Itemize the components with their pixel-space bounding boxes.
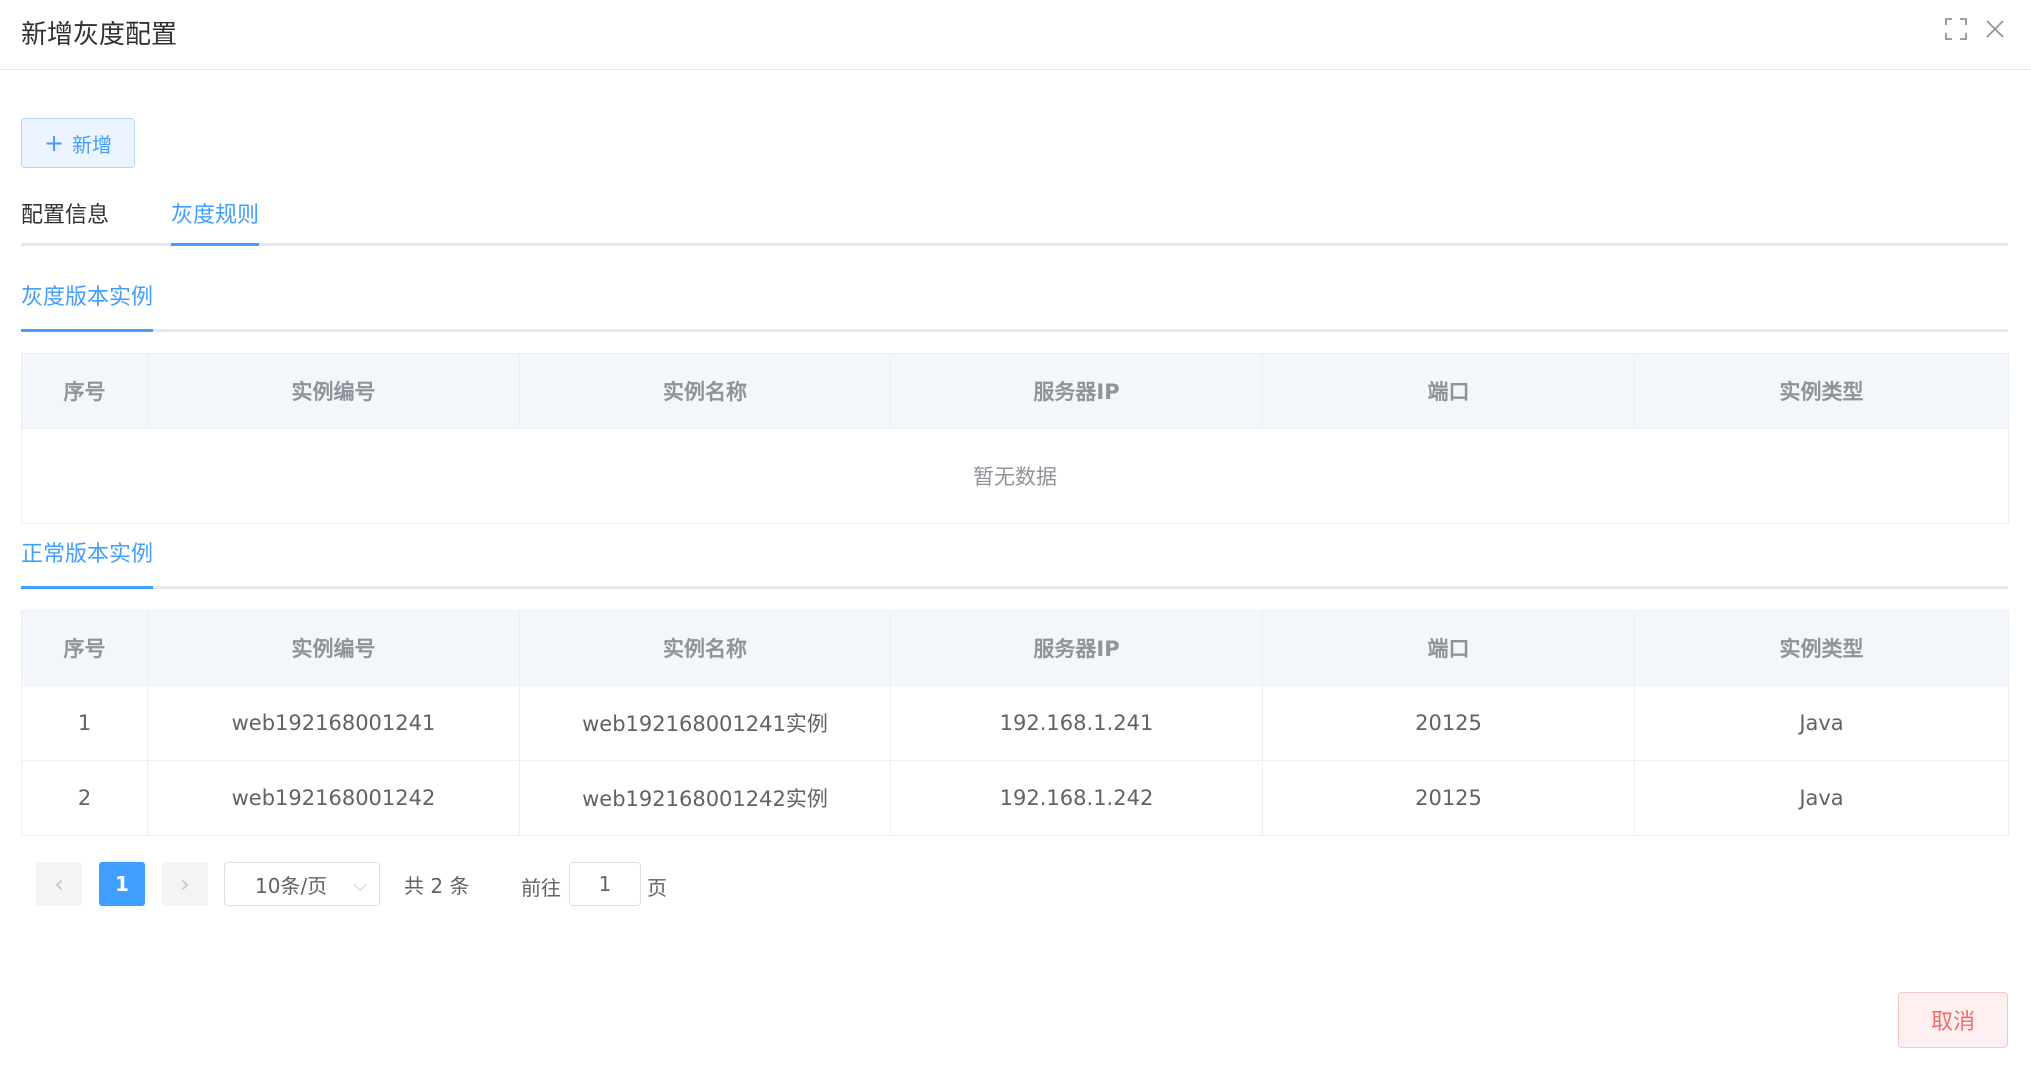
cell-instance-type: Java: [1634, 760, 2009, 836]
page-number-button[interactable]: 1: [99, 862, 145, 906]
column-header: 实例编号: [147, 610, 520, 686]
empty-text: 暂无数据: [21, 428, 2009, 524]
column-header: 实例编号: [147, 353, 520, 429]
column-header: 序号: [21, 610, 148, 686]
table-header-row: 序号 实例编号 实例名称 服务器IP 端口 实例类型: [21, 353, 2009, 429]
normal-instances-table: 序号 实例编号 实例名称 服务器IP 端口 实例类型 1 web19216800…: [21, 610, 2009, 836]
table-row[interactable]: 1 web192168001241 web192168001241实例 192.…: [21, 685, 2009, 761]
close-icon[interactable]: [1982, 16, 2008, 42]
column-header: 端口: [1262, 610, 1635, 686]
cell-index: 1: [21, 685, 148, 761]
goto-label: 前往: [521, 876, 561, 900]
column-header: 实例名称: [519, 353, 891, 429]
cell-server-ip: 192.168.1.242: [890, 760, 1263, 836]
cancel-button[interactable]: 取消: [1898, 992, 2008, 1048]
dialog-title: 新增灰度配置: [21, 20, 178, 50]
chevron-left-icon: ‹: [54, 870, 64, 898]
goto-page-input[interactable]: [569, 862, 641, 906]
tab-active-indicator: [171, 243, 259, 246]
tabs-divider: [21, 243, 2008, 246]
cell-instance-name: web192168001242实例: [519, 760, 891, 836]
normal-section-title: 正常版本实例: [21, 542, 154, 567]
plus-icon: +: [43, 129, 65, 157]
cell-instance-id: web192168001242: [147, 760, 520, 836]
page-suffix-label: 页: [647, 876, 667, 900]
fullscreen-icon[interactable]: [1943, 16, 1969, 42]
gray-section-underline: [21, 329, 153, 332]
dialog-header: 新增灰度配置: [0, 0, 2031, 70]
table-header-row: 序号 实例编号 实例名称 服务器IP 端口 实例类型: [21, 610, 2009, 686]
next-page-button[interactable]: ›: [162, 862, 208, 906]
tab-gray-rules[interactable]: 灰度规则: [171, 200, 259, 232]
cell-instance-name: web192168001241实例: [519, 685, 891, 761]
dialog: 新增灰度配置 + 新增 配置信息 灰度规则 灰度版本实例 序号 实例编号 实例名…: [0, 0, 2031, 1065]
cell-server-ip: 192.168.1.241: [890, 685, 1263, 761]
cell-instance-id: web192168001241: [147, 685, 520, 761]
table-row[interactable]: 2 web192168001242 web192168001242实例 192.…: [21, 760, 2009, 836]
column-header: 服务器IP: [890, 610, 1263, 686]
add-button-label: 新增: [72, 132, 113, 157]
cell-port: 20125: [1262, 760, 1635, 836]
column-header: 实例类型: [1634, 610, 2009, 686]
column-header: 服务器IP: [890, 353, 1263, 429]
normal-section-underline: [21, 586, 153, 589]
chevron-right-icon: ›: [180, 870, 190, 898]
cell-index: 2: [21, 760, 148, 836]
empty-row: 暂无数据: [21, 428, 2009, 524]
column-header: 序号: [21, 353, 148, 429]
page-size-select[interactable]: 10条/页 ⌵: [224, 862, 380, 906]
add-button[interactable]: + 新增: [21, 118, 135, 168]
cancel-button-label: 取消: [1930, 1010, 1975, 1035]
page-size-value: 10条/页: [255, 873, 328, 898]
prev-page-button[interactable]: ‹: [36, 862, 82, 906]
gray-instances-table: 序号 实例编号 实例名称 服务器IP 端口 实例类型 暂无数据: [21, 353, 2009, 524]
gray-section-title: 灰度版本实例: [21, 285, 154, 310]
tab-config-info[interactable]: 配置信息: [21, 200, 109, 232]
tabs: 配置信息 灰度规则: [21, 196, 2008, 246]
column-header: 端口: [1262, 353, 1635, 429]
chevron-down-icon: ⌵: [353, 875, 367, 896]
cell-instance-type: Java: [1634, 685, 2009, 761]
gray-section-divider: [21, 329, 2008, 332]
cell-port: 20125: [1262, 685, 1635, 761]
column-header: 实例类型: [1634, 353, 2009, 429]
normal-section-divider: [21, 586, 2008, 589]
column-header: 实例名称: [519, 610, 891, 686]
total-count: 共 2 条: [404, 874, 470, 898]
